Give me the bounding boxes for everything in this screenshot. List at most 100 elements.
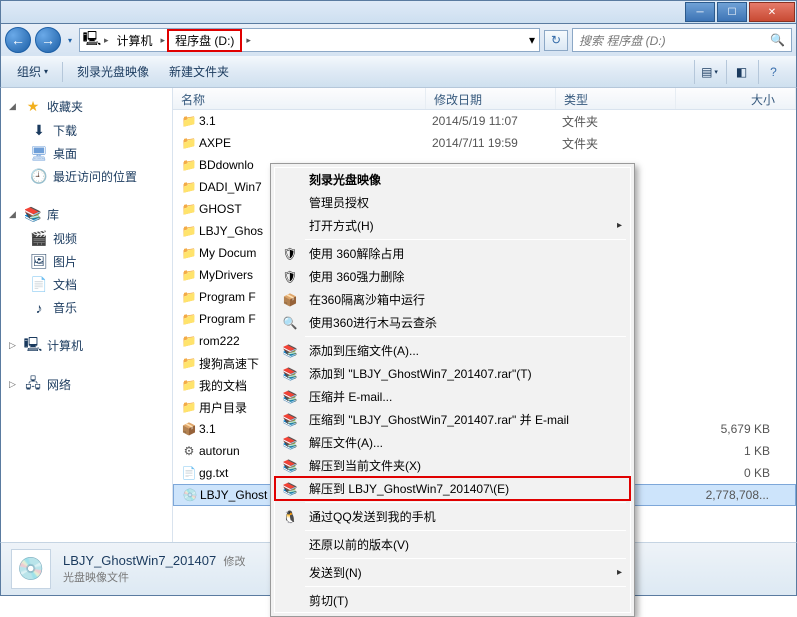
context-item-icon: 📦	[279, 293, 301, 307]
file-name: AXPE	[199, 136, 432, 150]
context-separator	[305, 336, 626, 337]
new-folder-button[interactable]: 新建文件夹	[161, 60, 237, 83]
context-item[interactable]: 管理员授权	[275, 191, 630, 214]
preview-pane-button[interactable]: ◧	[726, 60, 756, 84]
context-item[interactable]: 🛡使用 360解除占用	[275, 242, 630, 265]
network-header[interactable]: ▷🖧网络	[1, 372, 172, 397]
context-item[interactable]: 📚解压到当前文件夹(X)	[275, 454, 630, 477]
view-options-button[interactable]: ▤▾	[694, 60, 724, 84]
file-row[interactable]: 📁AXPE2014/7/11 19:59文件夹	[173, 132, 796, 154]
navigation-pane: ◢★收藏夹 ⬇下载 🖥桌面 🕘最近访问的位置 ◢📚库 🎬视频 🖼图片 📄文档 ♪…	[1, 88, 173, 542]
context-separator	[305, 530, 626, 531]
context-item[interactable]: 🔍使用360进行木马云查杀	[275, 311, 630, 334]
breadcrumb-arrow: ▸	[161, 35, 166, 46]
computer-icon: 🖳	[25, 338, 41, 354]
context-item-icon: 📚	[279, 344, 301, 358]
context-item-icon: 📚	[279, 413, 301, 427]
separator	[62, 62, 63, 82]
sidebar-item-videos[interactable]: 🎬视频	[1, 227, 172, 250]
context-item[interactable]: 还原以前的版本(V)	[275, 533, 630, 556]
maximize-button[interactable]: ☐	[717, 2, 747, 22]
column-date[interactable]: 修改日期	[426, 88, 556, 109]
file-icon: ⚙	[179, 444, 199, 458]
libraries-header[interactable]: ◢📚库	[1, 202, 172, 227]
context-item-label: 解压到 LBJY_GhostWin7_201407\(E)	[309, 480, 509, 497]
column-type[interactable]: 类型	[556, 88, 676, 109]
status-filename: LBJY_GhostWin7_201407	[63, 553, 216, 568]
context-item[interactable]: 📚添加到压缩文件(A)...	[275, 339, 630, 362]
column-name[interactable]: 名称	[173, 88, 426, 109]
computer-header[interactable]: ▷🖳计算机	[1, 333, 172, 358]
context-item[interactable]: 剪切(T)	[275, 589, 630, 612]
document-icon: 📄	[31, 277, 47, 293]
address-bar[interactable]: 🖳 ▸ 计算机 ▸ 程序盘 (D:) ▸ ▾	[79, 28, 540, 52]
file-icon: 💿	[180, 488, 200, 502]
burn-button[interactable]: 刻录光盘映像	[69, 60, 157, 83]
breadcrumb-drive[interactable]: 程序盘 (D:)	[167, 29, 242, 52]
refresh-button[interactable]: ↻	[544, 30, 568, 51]
context-item-label: 解压文件(A)...	[309, 434, 383, 451]
search-placeholder: 搜索 程序盘 (D:)	[579, 32, 666, 49]
submenu-arrow-icon: ▸	[617, 220, 622, 231]
context-item[interactable]: 📚添加到 "LBJY_GhostWin7_201407.rar"(T)	[275, 362, 630, 385]
context-item[interactable]: 📚解压文件(A)...	[275, 431, 630, 454]
context-item-label: 解压到当前文件夹(X)	[309, 457, 421, 474]
close-button[interactable]: ✕	[749, 2, 795, 22]
sidebar-item-downloads[interactable]: ⬇下载	[1, 119, 172, 142]
back-button[interactable]: ←	[5, 27, 31, 53]
navigation-bar: ← → ▾ 🖳 ▸ 计算机 ▸ 程序盘 (D:) ▸ ▾ ↻ 搜索 程序盘 (D…	[0, 24, 797, 56]
sidebar-item-desktop[interactable]: 🖥桌面	[1, 142, 172, 165]
column-headers: 名称 修改日期 类型 大小	[173, 88, 796, 110]
help-button[interactable]: ?	[758, 60, 788, 84]
sidebar-item-documents[interactable]: 📄文档	[1, 273, 172, 296]
context-item[interactable]: 📚压缩到 "LBJY_GhostWin7_201407.rar" 并 E-mai…	[275, 408, 630, 431]
sidebar-item-recent[interactable]: 🕘最近访问的位置	[1, 165, 172, 188]
address-dropdown[interactable]: ▾	[529, 33, 535, 47]
context-item[interactable]: 打开方式(H)▸	[275, 214, 630, 237]
context-item[interactable]: 🛡使用 360强力删除	[275, 265, 630, 288]
context-item[interactable]: 📦 在360隔离沙箱中运行	[275, 288, 630, 311]
computer-icon: 🖳	[84, 32, 100, 48]
sidebar-item-music[interactable]: ♪音乐	[1, 296, 172, 319]
column-size[interactable]: 大小	[676, 88, 796, 109]
file-icon: 📁	[179, 378, 199, 392]
music-icon: ♪	[31, 300, 47, 316]
context-item-label: 剪切(T)	[309, 592, 348, 609]
file-date: 2014/7/11 19:59	[432, 136, 562, 150]
status-modified-label: 修改	[223, 556, 245, 568]
context-item[interactable]: 📚压缩并 E-mail...	[275, 385, 630, 408]
breadcrumb-computer[interactable]: 计算机	[113, 30, 157, 51]
file-icon: 📁	[179, 400, 199, 414]
context-item-icon: 📚	[279, 482, 301, 496]
file-name: 3.1	[199, 114, 432, 128]
context-item-label: 使用 360解除占用	[309, 245, 404, 262]
context-item[interactable]: 发送到(N)▸	[275, 561, 630, 584]
context-item-label: 刻录光盘映像	[309, 171, 381, 188]
context-item-label: 使用360进行木马云查杀	[309, 314, 437, 331]
file-icon: 📁	[179, 312, 199, 326]
minimize-button[interactable]: ─	[685, 2, 715, 22]
file-type: 文件夹	[562, 113, 682, 130]
context-item-icon: 📚	[279, 367, 301, 381]
context-item[interactable]: 刻录光盘映像	[275, 168, 630, 191]
search-input[interactable]: 搜索 程序盘 (D:) 🔍	[572, 28, 792, 52]
status-filetype: 光盘映像文件	[63, 569, 245, 585]
history-dropdown[interactable]: ▾	[65, 28, 75, 52]
sidebar-item-pictures[interactable]: 🖼图片	[1, 250, 172, 273]
context-item-label: 管理员授权	[309, 194, 369, 211]
download-icon: ⬇	[31, 123, 47, 139]
file-icon: 📄	[179, 466, 199, 480]
context-item[interactable]: 📚 解压到 LBJY_GhostWin7_201407\(E)	[275, 477, 630, 500]
context-separator	[305, 586, 626, 587]
context-item-label: 在360隔离沙箱中运行	[309, 291, 425, 308]
organize-button[interactable]: 组织▾	[9, 60, 56, 83]
forward-button[interactable]: →	[35, 27, 61, 53]
favorites-header[interactable]: ◢★收藏夹	[1, 94, 172, 119]
file-size: 2,778,708...	[683, 488, 789, 502]
context-separator	[305, 502, 626, 503]
window-titlebar: ─ ☐ ✕	[0, 0, 797, 24]
context-item[interactable]: 🐧通过QQ发送到我的手机	[275, 505, 630, 528]
breadcrumb-arrow: ▸	[104, 35, 109, 46]
context-item-icon: 🐧	[279, 510, 301, 524]
file-row[interactable]: 📁3.12014/5/19 11:07文件夹	[173, 110, 796, 132]
